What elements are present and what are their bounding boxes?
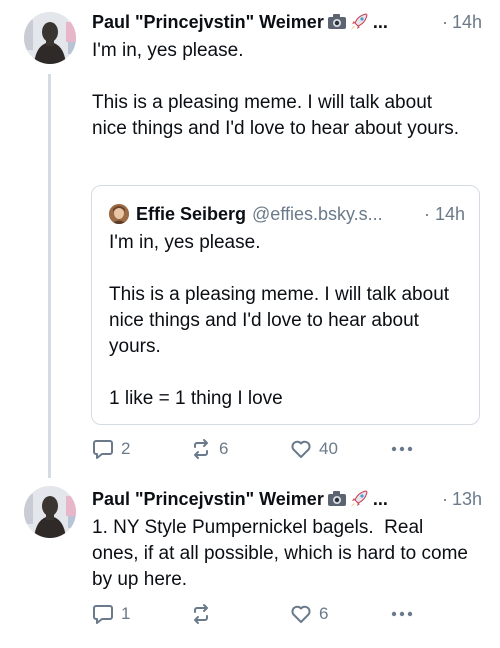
name-truncation: ... [372,488,388,509]
rocket-icon [350,13,368,30]
heart-icon [291,605,311,623]
quoted-author-handle: @effies.bsky.s... [252,203,383,224]
rocket-icon [350,490,368,507]
post-actions: 2 6 40 [92,438,422,464]
quoted-paragraph: I'm in, yes please. [109,232,261,253]
camera-icon [327,491,346,506]
reply-count: 2 [121,439,131,458]
quoted-author-name: Effie Seiberg [136,203,247,224]
post-paragraph: 1. NY Style Pumpernickel bagels. Real on… [92,517,474,590]
repost-count: 6 [219,439,229,458]
more-options-button[interactable] [390,603,414,625]
like-count: 40 [319,439,338,458]
quoted-post[interactable]: Effie Seiberg @effies.bsky.s... · 14h I'… [91,185,480,425]
post-timestamp[interactable]: 14h [452,12,482,33]
quoted-paragraph: This is a pleasing meme. I will talk abo… [109,284,450,357]
quoted-timestamp: · 14h [423,203,465,224]
quoted-paragraph: 1 like = 1 thing I love [109,388,283,409]
reply-icon [93,440,113,459]
separator-dot: · [441,488,448,509]
separator-dot: · [441,11,448,32]
repost-icon [194,604,208,624]
author-badges [327,489,369,509]
post-actions: 1 6 [92,603,422,629]
post-paragraph: I'm in, yes please. [92,40,244,61]
avatar[interactable] [24,12,76,64]
like-button[interactable]: 40 [290,438,338,460]
heart-icon [291,440,311,458]
more-options-button[interactable] [390,438,414,460]
repost-button[interactable]: 6 [190,438,228,460]
like-count: 6 [319,604,329,623]
reply-icon [93,605,113,624]
post-header: Paul "Princejvstin" Weimer ... · 14h [92,9,482,35]
author-name[interactable]: Paul "Princejvstin" Weimer [92,12,324,33]
like-button[interactable]: 6 [290,603,328,625]
post-timestamp[interactable]: 13h [452,489,482,510]
author-name[interactable]: Paul "Princejvstin" Weimer [92,489,324,510]
camera-icon [327,14,346,29]
more-icon [391,611,413,617]
quoted-avatar [109,204,129,224]
thread-line [48,74,51,478]
post-header: Paul "Princejvstin" Weimer ... · 13h [92,486,482,512]
repost-icon [194,439,208,459]
post-text: I'm in, yes please. This is a pleasing m… [92,38,470,142]
avatar[interactable] [24,486,76,538]
reply-button[interactable]: 1 [92,603,130,625]
post[interactable]: Paul "Princejvstin" Weimer ... · 14h I'm… [0,0,500,478]
author-badges [327,12,369,32]
name-truncation: ... [372,11,388,32]
post[interactable]: Paul "Princejvstin" Weimer ... · 13h 1. … [0,472,500,642]
post-text: 1. NY Style Pumpernickel bagels. Real on… [92,515,470,593]
repost-button[interactable] [190,603,219,625]
reply-count: 1 [121,604,131,623]
more-icon [391,446,413,452]
reply-button[interactable]: 2 [92,438,130,460]
quoted-post-text: I'm in, yes please. This is a pleasing m… [109,230,465,412]
quoted-post-header: Effie Seiberg @effies.bsky.s... · 14h [109,202,465,226]
post-paragraph: This is a pleasing meme. I will talk abo… [92,92,459,139]
